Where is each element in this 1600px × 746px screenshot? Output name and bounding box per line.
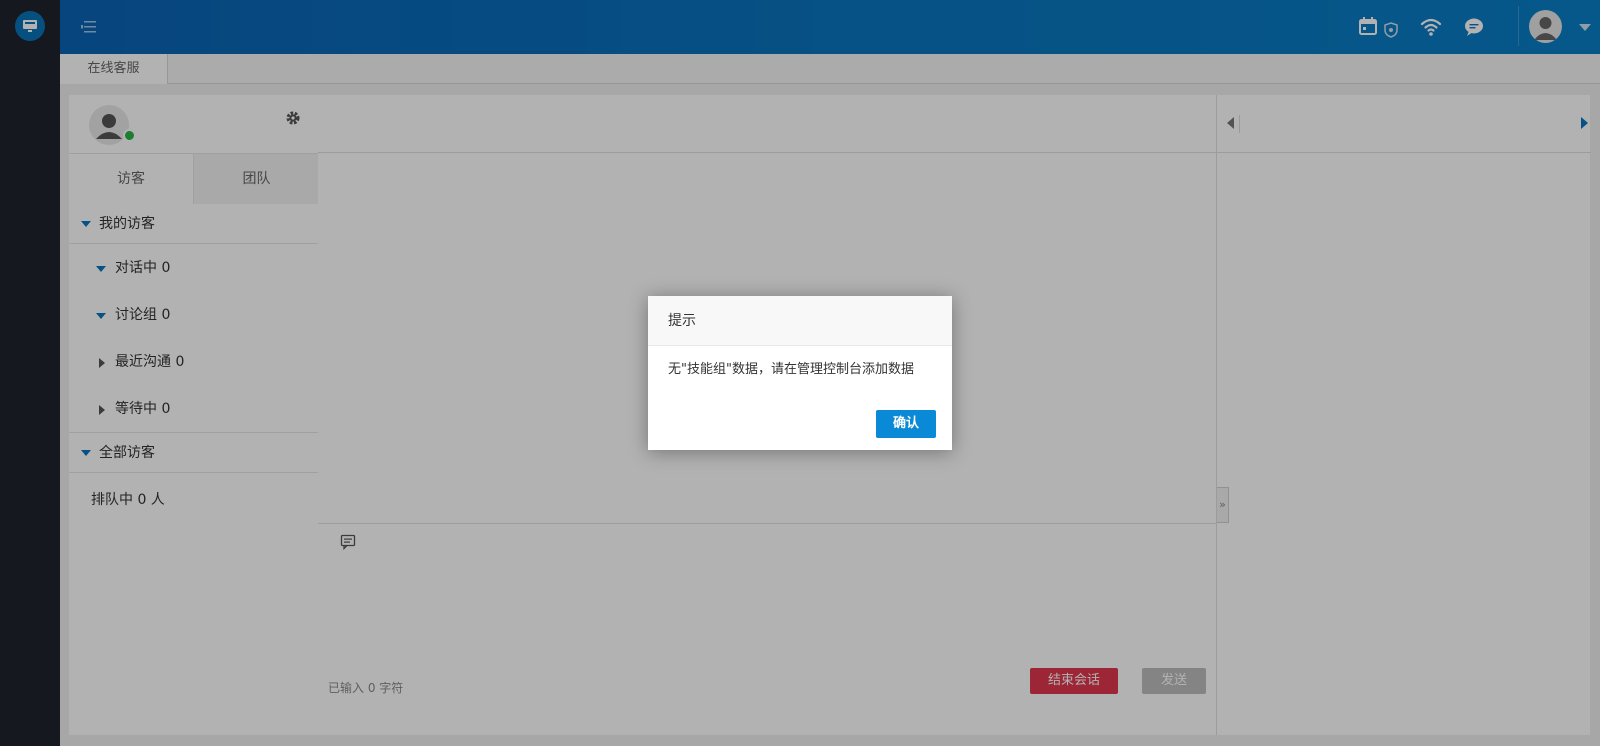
dialog-title: 提示 xyxy=(648,296,952,346)
dialog-message: 无"技能组"数据，请在管理控制台添加数据 xyxy=(668,362,914,377)
confirm-button[interactable]: 确认 xyxy=(876,410,936,438)
alert-dialog: 提示 无"技能组"数据，请在管理控制台添加数据 确认 xyxy=(648,296,952,450)
